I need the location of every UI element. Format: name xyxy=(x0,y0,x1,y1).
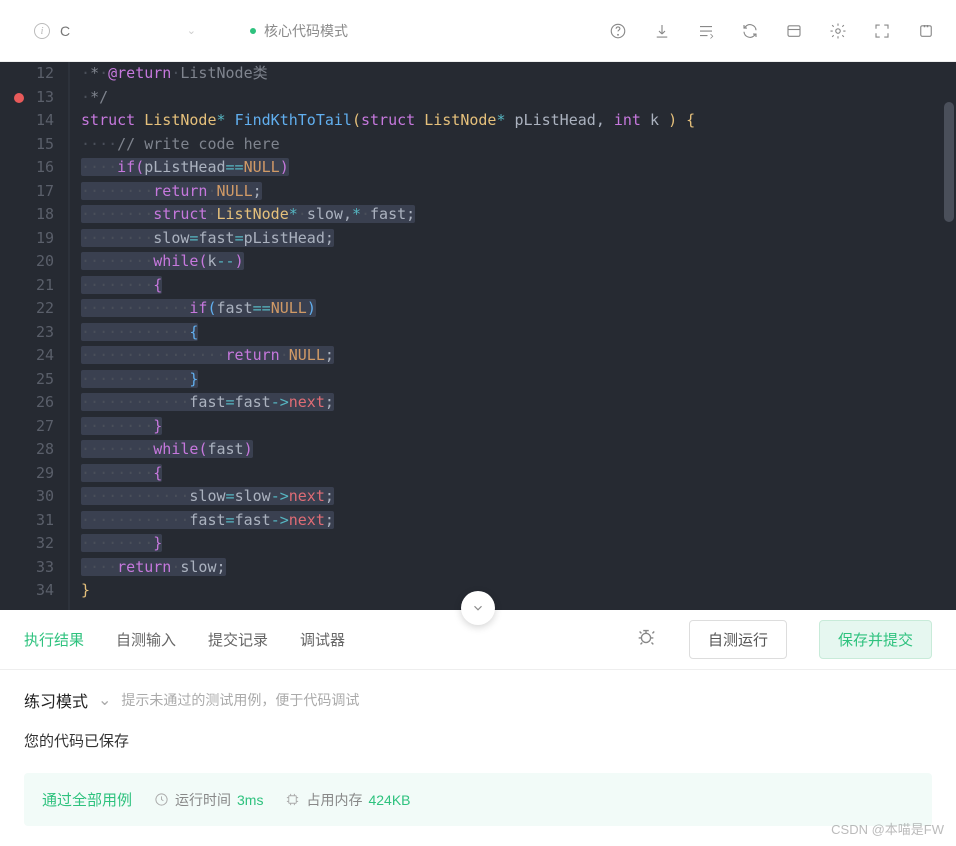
code-line[interactable]: ················return·NULL; xyxy=(72,344,956,368)
toolbar: i C ⌄ 核心代码模式 xyxy=(0,0,956,62)
line-number: 28 xyxy=(0,438,54,462)
settings-icon[interactable] xyxy=(828,21,848,41)
practice-mode-label: 练习模式 xyxy=(24,688,88,712)
line-number: 17 xyxy=(0,180,54,204)
toolbar-actions xyxy=(608,21,936,41)
external-icon[interactable] xyxy=(916,21,936,41)
line-number: 16 xyxy=(0,156,54,180)
code-line[interactable]: ········return·NULL; xyxy=(72,180,956,204)
line-number: 34 xyxy=(0,579,54,603)
self-test-run-button[interactable]: 自测运行 xyxy=(689,620,787,659)
code-line[interactable]: } xyxy=(72,579,956,603)
breakpoint-icon[interactable] xyxy=(14,93,24,103)
code-line[interactable]: ········} xyxy=(72,415,956,439)
memory-label: 占用内存 xyxy=(306,790,362,810)
debug-icon[interactable] xyxy=(635,626,657,653)
line-number: 29 xyxy=(0,462,54,486)
pass-all-label: 通过全部用例 xyxy=(42,789,132,810)
code-content[interactable]: ·*·@return·ListNode类 ·*/ struct ListNode… xyxy=(70,62,956,610)
runtime-value: 3ms xyxy=(237,792,263,808)
code-line[interactable]: ········{ xyxy=(72,462,956,486)
code-line[interactable]: ············} xyxy=(72,368,956,392)
pass-banner: 通过全部用例 运行时间 3ms 占用内存 424KB xyxy=(24,773,932,826)
line-number: 14 xyxy=(0,109,54,133)
scrollbar-thumb[interactable] xyxy=(944,102,954,222)
line-number: 22 xyxy=(0,297,54,321)
code-line[interactable]: ········struct·ListNode*·slow,*·fast; xyxy=(72,203,956,227)
code-line[interactable]: ············{ xyxy=(72,321,956,345)
line-number: 27 xyxy=(0,415,54,439)
code-line[interactable]: ····if(pListHead==NULL) xyxy=(72,156,956,180)
help-icon[interactable] xyxy=(608,21,628,41)
code-line[interactable]: ····return·slow; xyxy=(72,556,956,580)
download-icon[interactable] xyxy=(652,21,672,41)
info-icon: i xyxy=(34,23,50,39)
practice-mode-hint: 提示未通过的测试用例，便于代码调试 xyxy=(121,690,359,710)
watermark: CSDN @本喵是FW xyxy=(831,819,944,838)
code-line[interactable]: ········while(fast) xyxy=(72,438,956,462)
layout-icon[interactable] xyxy=(784,21,804,41)
line-number: 19 xyxy=(0,227,54,251)
result-panel: 练习模式 ⌄ 提示未通过的测试用例，便于代码调试 您的代码已保存 通过全部用例 … xyxy=(0,670,956,844)
save-submit-button[interactable]: 保存并提交 xyxy=(819,620,932,659)
line-number: 23 xyxy=(0,321,54,345)
chevron-down-icon[interactable]: ⌄ xyxy=(98,690,111,710)
collapse-panel-button[interactable] xyxy=(461,591,495,625)
code-line[interactable]: ········slow=fast=pListHead; xyxy=(72,227,956,251)
code-line[interactable]: ····// write code here xyxy=(72,133,956,157)
code-line[interactable]: ············slow=slow->next; xyxy=(72,485,956,509)
line-number: 32 xyxy=(0,532,54,556)
line-number: 24 xyxy=(0,344,54,368)
practice-mode-row: 练习模式 ⌄ 提示未通过的测试用例，便于代码调试 xyxy=(24,688,932,712)
line-number: 25 xyxy=(0,368,54,392)
code-line[interactable]: ·*/ xyxy=(72,86,956,110)
code-line[interactable]: ········} xyxy=(72,532,956,556)
code-line[interactable]: ············fast=fast->next; xyxy=(72,391,956,415)
code-line[interactable]: ········{ xyxy=(72,274,956,298)
notes-icon[interactable] xyxy=(696,21,716,41)
line-number: 26 xyxy=(0,391,54,415)
chevron-down-icon: ⌄ xyxy=(187,24,196,37)
tab-result[interactable]: 执行结果 xyxy=(24,629,84,650)
refresh-icon[interactable] xyxy=(740,21,760,41)
line-number: 13 xyxy=(0,86,54,110)
line-number: 30 xyxy=(0,485,54,509)
code-line[interactable]: ·*·@return·ListNode类 xyxy=(72,62,956,86)
mode-label: 核心代码模式 xyxy=(264,21,348,41)
code-editor[interactable]: 1213141516171819202122232425262728293031… xyxy=(0,62,956,610)
language-selector[interactable]: i C ⌄ xyxy=(20,17,210,45)
code-line[interactable]: ········while(k--) xyxy=(72,250,956,274)
memory-metric: 占用内存 424KB xyxy=(285,790,410,810)
mode-indicator: 核心代码模式 xyxy=(250,21,348,41)
line-number: 31 xyxy=(0,509,54,533)
clock-icon xyxy=(154,792,169,807)
memory-value: 424KB xyxy=(368,792,410,808)
vertical-scrollbar[interactable] xyxy=(944,62,954,610)
save-status-message: 您的代码已保存 xyxy=(24,730,932,751)
tab-debugger[interactable]: 调试器 xyxy=(300,629,345,650)
tab-submit-history[interactable]: 提交记录 xyxy=(208,629,268,650)
fullscreen-icon[interactable] xyxy=(872,21,892,41)
line-number: 15 xyxy=(0,133,54,157)
line-gutter: 1213141516171819202122232425262728293031… xyxy=(0,62,70,610)
memory-icon xyxy=(285,792,300,807)
code-line[interactable]: ············fast=fast->next; xyxy=(72,509,956,533)
line-number: 12 xyxy=(0,62,54,86)
tab-selftest-input[interactable]: 自测输入 xyxy=(116,629,176,650)
runtime-metric: 运行时间 3ms xyxy=(154,790,263,810)
line-number: 20 xyxy=(0,250,54,274)
line-number: 33 xyxy=(0,556,54,580)
code-line[interactable]: struct ListNode* FindKthToTail(struct Li… xyxy=(72,109,956,133)
line-number: 21 xyxy=(0,274,54,298)
status-dot-icon xyxy=(250,28,256,34)
runtime-label: 运行时间 xyxy=(175,790,231,810)
code-line[interactable]: ············if(fast==NULL) xyxy=(72,297,956,321)
language-label: C xyxy=(60,23,177,39)
line-number: 18 xyxy=(0,203,54,227)
